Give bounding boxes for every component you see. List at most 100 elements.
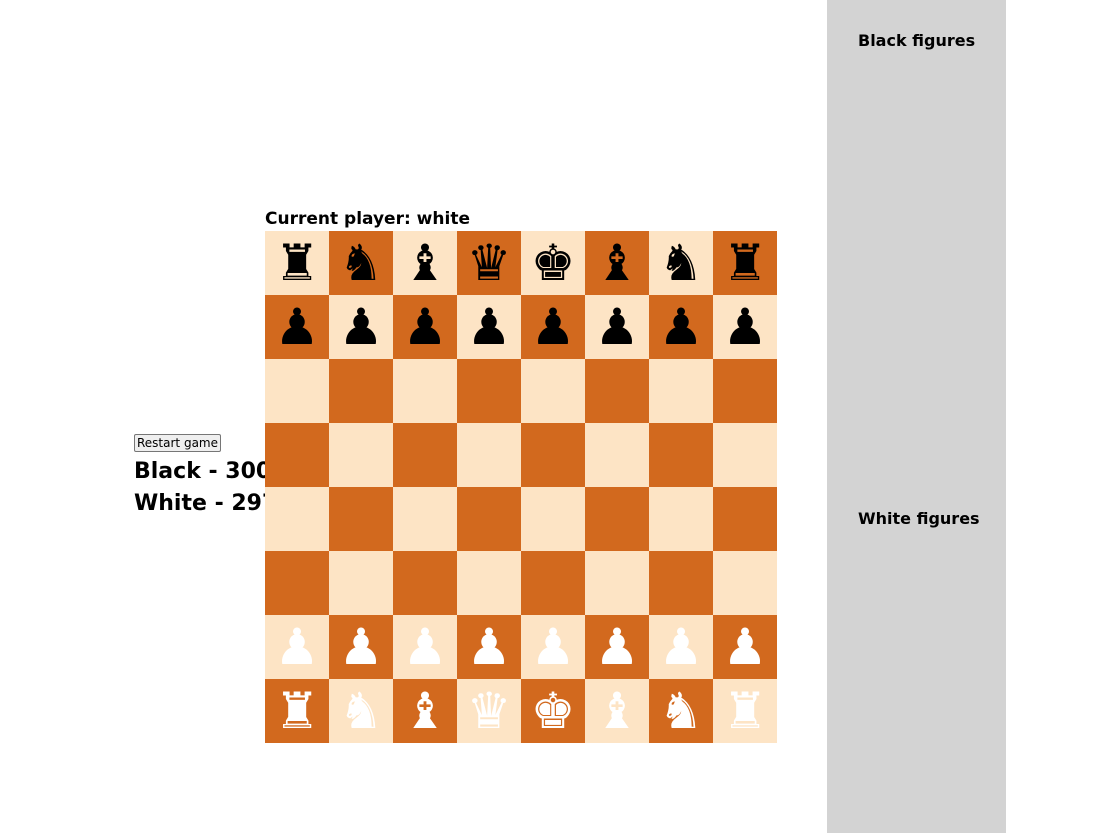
- black-bishop-icon[interactable]: ♝︎: [595, 231, 640, 295]
- board-square-e1[interactable]: ♚︎: [521, 679, 585, 743]
- board-square-b8[interactable]: ♞︎: [329, 231, 393, 295]
- board-square-a1[interactable]: ♜︎: [265, 679, 329, 743]
- board-square-b1[interactable]: ♞︎: [329, 679, 393, 743]
- black-pawn-icon[interactable]: ♟︎: [595, 295, 640, 359]
- restart-game-button[interactable]: Restart game: [134, 434, 221, 452]
- board-square-e8[interactable]: ♚︎: [521, 231, 585, 295]
- board-square-a7[interactable]: ♟︎: [265, 295, 329, 359]
- board-square-h2[interactable]: ♟︎: [713, 615, 777, 679]
- white-knight-icon[interactable]: ♞︎: [659, 679, 704, 743]
- board-square-f2[interactable]: ♟︎: [585, 615, 649, 679]
- white-rook-icon[interactable]: ♜︎: [275, 679, 320, 743]
- board-square-a3[interactable]: [265, 551, 329, 615]
- board-square-g7[interactable]: ♟︎: [649, 295, 713, 359]
- board-square-a8[interactable]: ♜︎: [265, 231, 329, 295]
- board-square-h3[interactable]: [713, 551, 777, 615]
- board-square-a6[interactable]: [265, 359, 329, 423]
- white-pawn-icon[interactable]: ♟︎: [275, 615, 320, 679]
- board-square-c1[interactable]: ♝︎: [393, 679, 457, 743]
- board-square-f5[interactable]: [585, 423, 649, 487]
- board-square-c2[interactable]: ♟︎: [393, 615, 457, 679]
- black-pawn-icon[interactable]: ♟︎: [531, 295, 576, 359]
- board-square-h5[interactable]: [713, 423, 777, 487]
- board-square-h6[interactable]: [713, 359, 777, 423]
- board-square-d1[interactable]: ♛︎: [457, 679, 521, 743]
- board-square-a5[interactable]: [265, 423, 329, 487]
- board-square-e7[interactable]: ♟︎: [521, 295, 585, 359]
- board-square-a2[interactable]: ♟︎: [265, 615, 329, 679]
- white-king-icon[interactable]: ♚︎: [531, 679, 576, 743]
- board-square-e3[interactable]: [521, 551, 585, 615]
- board-square-c6[interactable]: [393, 359, 457, 423]
- white-pawn-icon[interactable]: ♟︎: [723, 615, 768, 679]
- white-pawn-icon[interactable]: ♟︎: [467, 615, 512, 679]
- white-queen-icon[interactable]: ♛︎: [467, 679, 512, 743]
- black-king-icon[interactable]: ♚︎: [531, 231, 576, 295]
- board-square-g4[interactable]: [649, 487, 713, 551]
- black-queen-icon[interactable]: ♛︎: [467, 231, 512, 295]
- board-square-g2[interactable]: ♟︎: [649, 615, 713, 679]
- board-square-c5[interactable]: [393, 423, 457, 487]
- black-pawn-icon[interactable]: ♟︎: [467, 295, 512, 359]
- black-pawn-icon[interactable]: ♟︎: [403, 295, 448, 359]
- black-pawn-icon[interactable]: ♟︎: [339, 295, 384, 359]
- board-square-d6[interactable]: [457, 359, 521, 423]
- board-square-g5[interactable]: [649, 423, 713, 487]
- black-bishop-icon[interactable]: ♝︎: [403, 231, 448, 295]
- board-square-f6[interactable]: [585, 359, 649, 423]
- board-square-b2[interactable]: ♟︎: [329, 615, 393, 679]
- board-square-b5[interactable]: [329, 423, 393, 487]
- white-pawn-icon[interactable]: ♟︎: [659, 615, 704, 679]
- board-square-d2[interactable]: ♟︎: [457, 615, 521, 679]
- board-square-c3[interactable]: [393, 551, 457, 615]
- board-square-e4[interactable]: [521, 487, 585, 551]
- board-square-d5[interactable]: [457, 423, 521, 487]
- white-knight-icon[interactable]: ♞︎: [339, 679, 384, 743]
- board-square-b3[interactable]: [329, 551, 393, 615]
- board-square-b7[interactable]: ♟︎: [329, 295, 393, 359]
- board-square-d4[interactable]: [457, 487, 521, 551]
- board-square-e5[interactable]: [521, 423, 585, 487]
- board-square-f8[interactable]: ♝︎: [585, 231, 649, 295]
- black-pawn-icon[interactable]: ♟︎: [723, 295, 768, 359]
- black-pawn-icon[interactable]: ♟︎: [659, 295, 704, 359]
- white-pawn-icon[interactable]: ♟︎: [339, 615, 384, 679]
- board-square-g1[interactable]: ♞︎: [649, 679, 713, 743]
- board-square-h1[interactable]: ♜︎: [713, 679, 777, 743]
- board-square-d3[interactable]: [457, 551, 521, 615]
- board-square-e2[interactable]: ♟︎: [521, 615, 585, 679]
- black-knight-icon[interactable]: ♞︎: [339, 231, 384, 295]
- board-square-g6[interactable]: [649, 359, 713, 423]
- board-square-c7[interactable]: ♟︎: [393, 295, 457, 359]
- black-figures-heading: Black figures: [858, 31, 976, 50]
- board-square-f7[interactable]: ♟︎: [585, 295, 649, 359]
- white-figures-heading: White figures: [858, 509, 980, 528]
- board-square-c8[interactable]: ♝︎: [393, 231, 457, 295]
- black-rook-icon[interactable]: ♜︎: [723, 231, 768, 295]
- black-knight-icon[interactable]: ♞︎: [659, 231, 704, 295]
- white-pawn-icon[interactable]: ♟︎: [403, 615, 448, 679]
- white-bishop-icon[interactable]: ♝︎: [595, 679, 640, 743]
- board-square-h8[interactable]: ♜︎: [713, 231, 777, 295]
- board-square-b6[interactable]: [329, 359, 393, 423]
- black-pawn-icon[interactable]: ♟︎: [275, 295, 320, 359]
- board-square-g8[interactable]: ♞︎: [649, 231, 713, 295]
- white-pawn-icon[interactable]: ♟︎: [531, 615, 576, 679]
- board-square-g3[interactable]: [649, 551, 713, 615]
- current-player-label: Current player: white: [265, 209, 470, 229]
- board-square-c4[interactable]: [393, 487, 457, 551]
- board-square-d8[interactable]: ♛︎: [457, 231, 521, 295]
- board-square-a4[interactable]: [265, 487, 329, 551]
- board-square-f3[interactable]: [585, 551, 649, 615]
- board-square-f4[interactable]: [585, 487, 649, 551]
- black-rook-icon[interactable]: ♜︎: [275, 231, 320, 295]
- white-rook-icon[interactable]: ♜︎: [723, 679, 768, 743]
- board-square-e6[interactable]: [521, 359, 585, 423]
- white-pawn-icon[interactable]: ♟︎: [595, 615, 640, 679]
- board-square-f1[interactable]: ♝︎: [585, 679, 649, 743]
- board-square-b4[interactable]: [329, 487, 393, 551]
- white-bishop-icon[interactable]: ♝︎: [403, 679, 448, 743]
- board-square-h7[interactable]: ♟︎: [713, 295, 777, 359]
- board-square-h4[interactable]: [713, 487, 777, 551]
- board-square-d7[interactable]: ♟︎: [457, 295, 521, 359]
